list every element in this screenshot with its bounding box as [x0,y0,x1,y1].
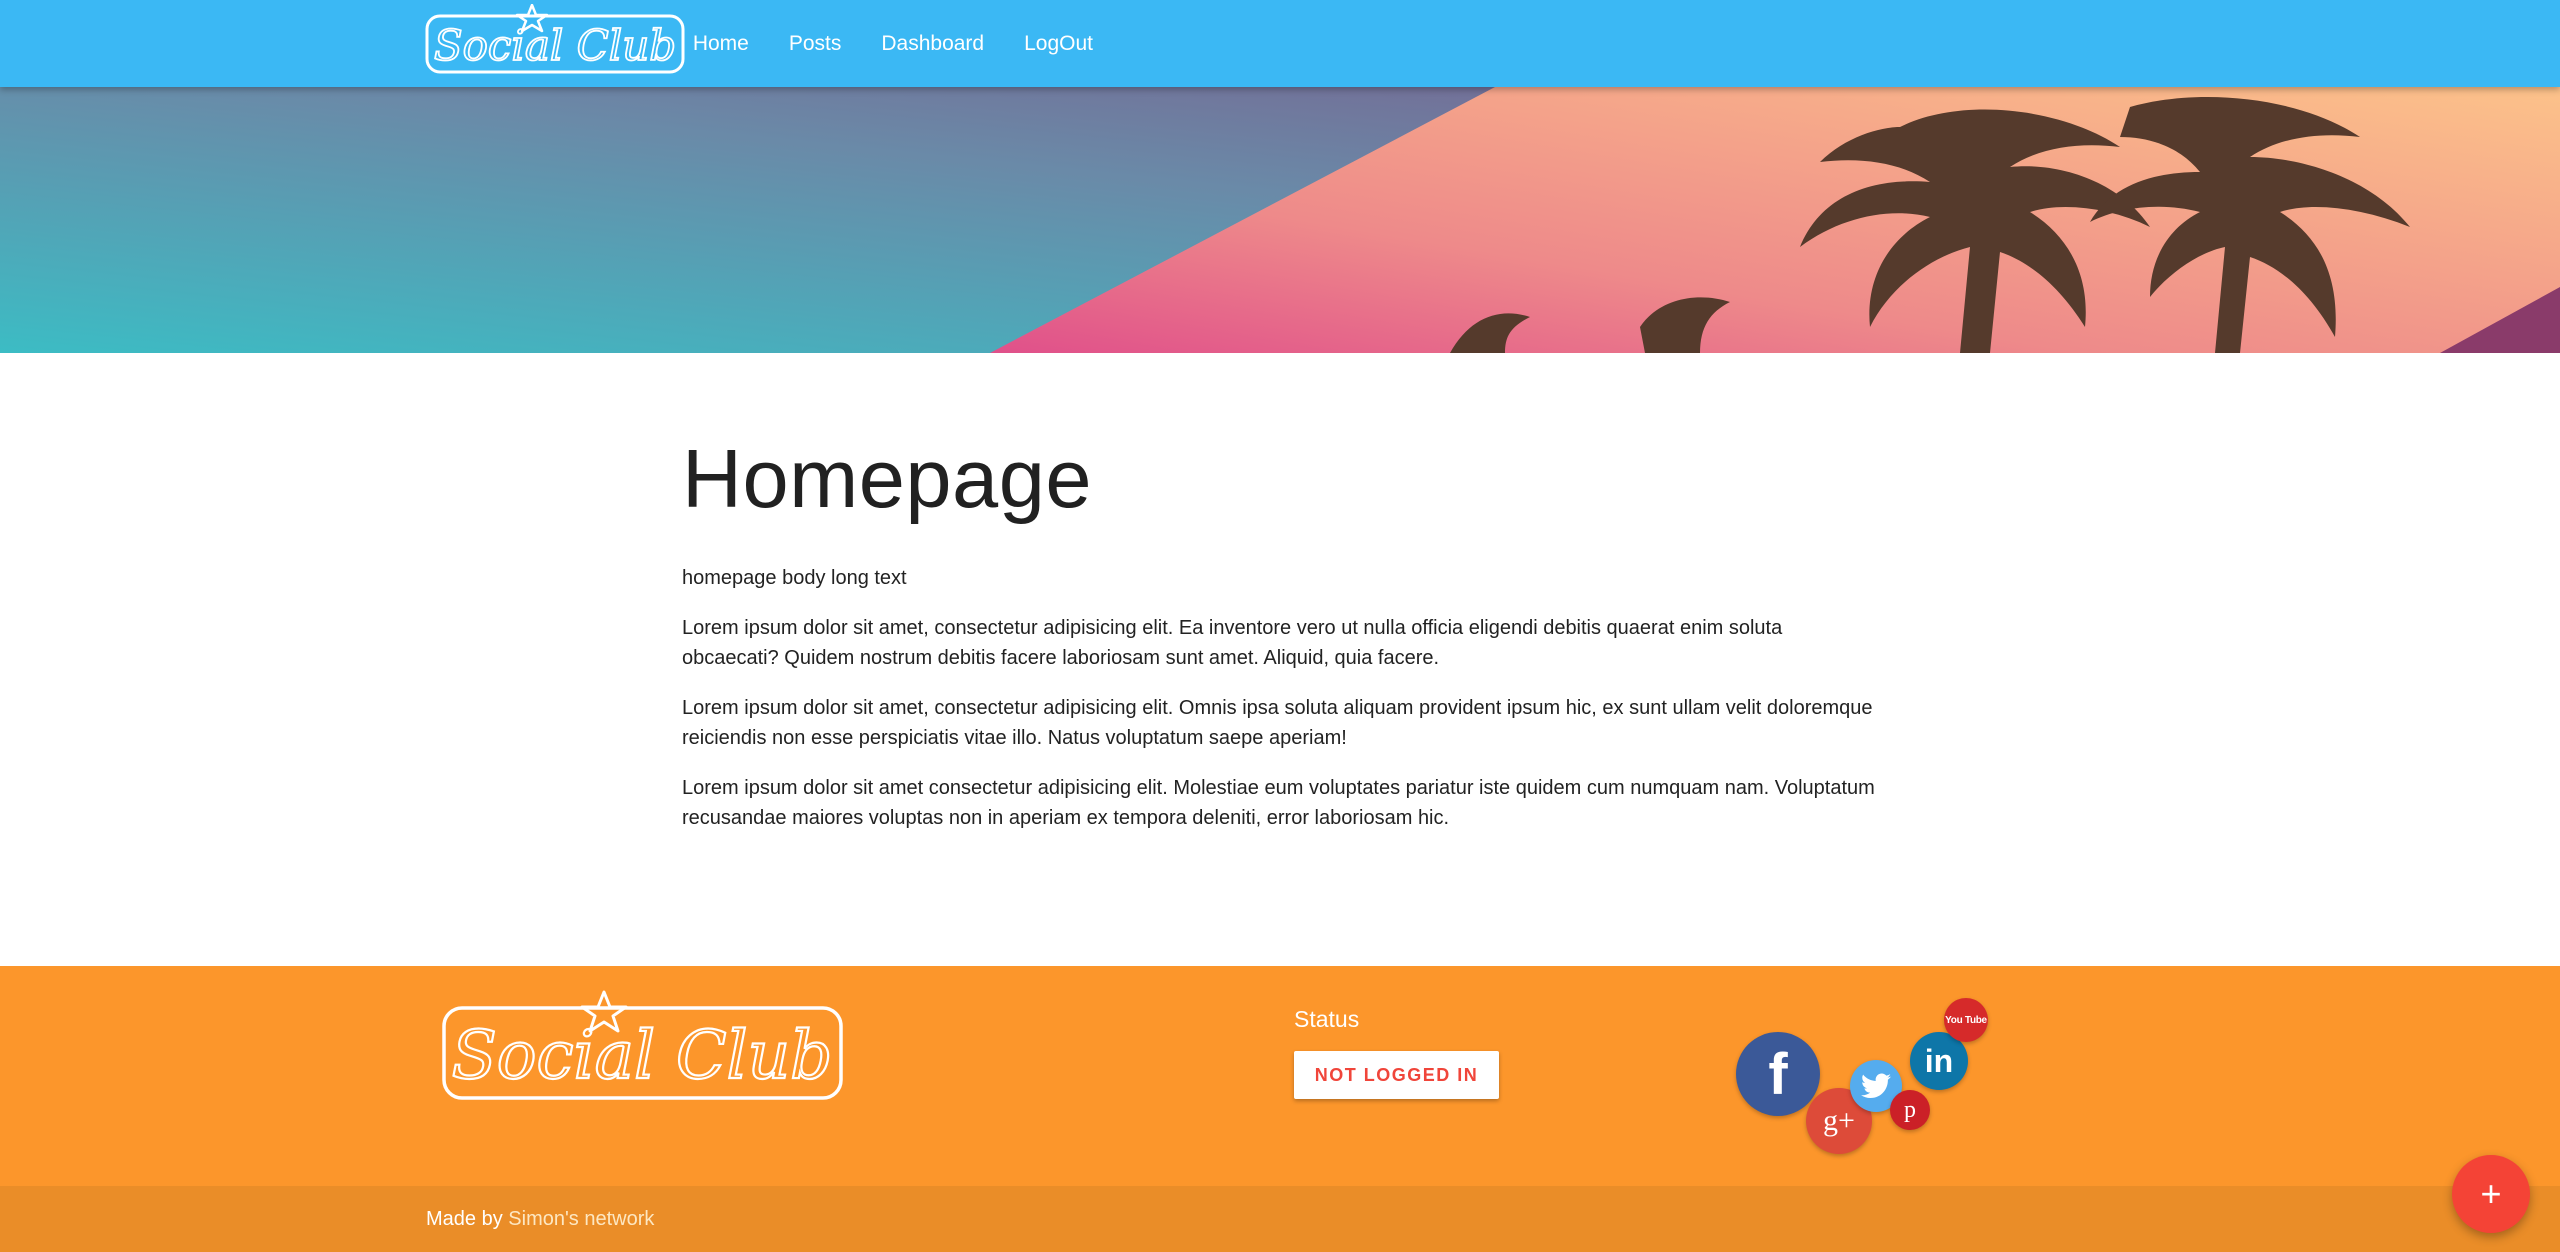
status-badge: NOT LOGGED IN [1294,1051,1499,1099]
page-title: Homepage [682,432,1093,525]
body-paragraph: Lorem ipsum dolor sit amet, consectetur … [682,697,1873,749]
social-icons-cluster: f g+ p in You Tube [1730,988,2000,1158]
svg-text:Social Club: Social Club [452,1017,833,1094]
body-paragraph: Lorem ipsum dolor sit amet consectetur a… [682,777,1875,829]
main-content: Homepage homepage body long text Lorem i… [682,420,1882,833]
svg-text:Social Club: Social Club [434,21,676,70]
plus-icon: + [2480,1173,2502,1214]
author-link[interactable]: Simon's network [508,1208,654,1230]
floating-add-button[interactable]: + [2452,1155,2530,1233]
linkedin-glyph: in [1924,1042,1954,1079]
facebook-icon[interactable]: f [1736,1032,1820,1116]
intro-text: homepage body long text [682,567,907,589]
made-by-text: Made by Simon's network [426,1186,654,1252]
footer-copyright-bar: Made by Simon's network [0,1186,2560,1252]
nav-logout-link[interactable]: LogOut [1004,0,1113,87]
made-by-label: Made by [426,1208,503,1230]
youtube-icon[interactable]: You Tube [1944,998,1988,1042]
palm-tree-banner-icon [0,87,2560,353]
social-club-logo-icon: Social Club [425,3,685,74]
body-paragraph: Lorem ipsum dolor sit amet, consectetur … [682,617,1783,669]
nav-dashboard-link[interactable]: Dashboard [861,0,1004,87]
brand-logo[interactable]: Social Club [424,3,688,78]
footer-brand-logo: Social Club [440,990,845,1104]
pinterest-glyph: p [1904,1096,1916,1123]
pinterest-icon[interactable]: p [1890,1090,1930,1130]
nav-home-link[interactable]: Home [673,0,769,87]
top-navbar: Social Club Home Posts Dashboard LogOut [0,0,2560,87]
main-nav: Home Posts Dashboard LogOut [673,0,1113,87]
social-club-logo-icon: Social Club [442,990,843,1100]
facebook-glyph: f [1768,1041,1788,1107]
googleplus-glyph: g+ [1823,1104,1855,1137]
page-footer: Social Club Status NOT LOGGED IN f g+ p … [0,966,2560,1186]
twitter-bird-icon [1861,1073,1891,1098]
status-heading: Status [1294,1006,1360,1032]
nav-posts-link[interactable]: Posts [769,0,862,87]
youtube-glyph: You Tube [1945,1014,1987,1026]
hero-banner-image [0,87,2560,353]
